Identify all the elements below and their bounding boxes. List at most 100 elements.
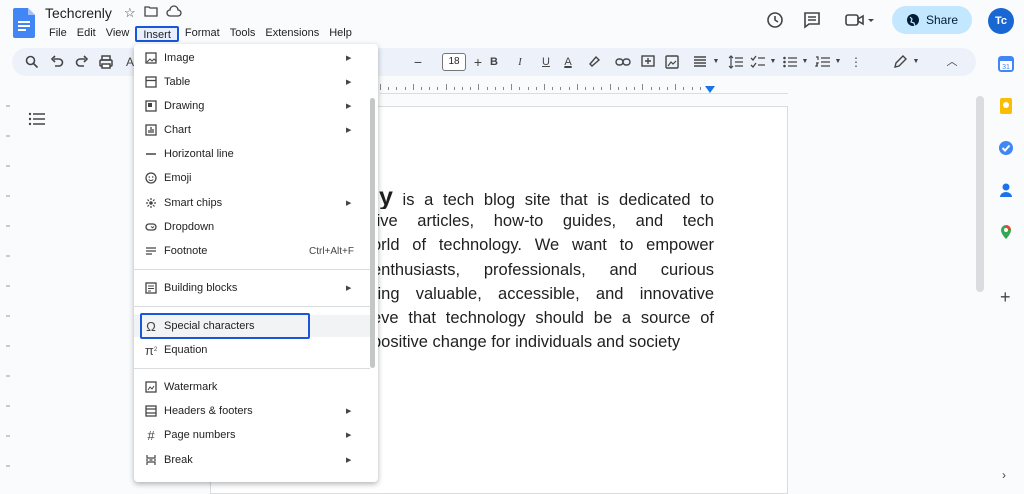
move-folder-icon[interactable] [144,5,158,21]
ruler-tick [667,87,668,90]
menu-extensions[interactable]: Extensions [261,26,323,42]
document-title[interactable]: Techcrenly [45,5,112,21]
ruler-tick [585,87,586,90]
menu-help[interactable]: Help [325,26,356,42]
menu-item-drawing[interactable]: Drawing ▶ [134,95,370,117]
body-line: positive change for individuals and soci… [372,333,681,352]
document-outline-icon[interactable] [28,112,46,126]
search-menus-icon[interactable] [24,54,40,70]
share-button[interactable]: Share [892,6,972,34]
menu-insert[interactable]: Insert [135,26,179,42]
undo-icon[interactable] [49,54,65,70]
add-addon-icon[interactable]: + [1000,288,1014,306]
ruler-tick [527,87,529,90]
ruler-tick [683,87,685,90]
contacts-icon[interactable] [998,182,1014,198]
expand-side-panel-icon[interactable]: › [1002,468,1006,482]
ruler-tick [494,87,496,90]
comments-icon[interactable] [803,11,821,29]
more-options-icon[interactable]: ⋮ [848,54,864,70]
menu-item-page-numbers[interactable]: # Page numbers ▶ [134,424,370,446]
underline-icon[interactable]: U [538,54,554,70]
menu-tools[interactable]: Tools [226,26,260,42]
submenu-arrow-icon: ▶ [346,103,352,110]
menu-item-horizontal-line[interactable]: Horizontal line [134,143,370,165]
ruler-tick [380,84,381,90]
align-icon[interactable] [692,54,708,70]
numbered-list-icon[interactable] [815,54,831,70]
version-history-icon[interactable] [766,11,784,29]
menu-view[interactable]: View [102,26,134,42]
highlight-color-icon[interactable] [586,54,602,70]
vertical-ruler [6,105,10,467]
menu-item-watermark[interactable]: Watermark [134,376,370,398]
document-body[interactable]: ly is a tech blog site that is dedicated… [372,185,714,354]
menu-item-equation[interactable]: π2 Equation [134,339,370,361]
star-icon[interactable]: ☆ [124,5,136,21]
insert-link-icon[interactable] [615,54,631,70]
bold-icon[interactable]: B [486,54,502,70]
menu-file[interactable]: File [45,26,71,42]
menu-item-footnote[interactable]: Footnote Ctrl+Alt+F [134,240,370,262]
calendar-icon[interactable]: 31 [998,56,1014,72]
redo-icon[interactable] [74,54,90,70]
menu-item-dropdown[interactable]: Dropdown [134,216,370,238]
page-numbers-icon: # [147,427,155,443]
menu-item-break[interactable]: Break ▶ [134,449,370,471]
italic-icon[interactable]: I [512,54,528,70]
ruler-tick [650,87,652,90]
font-size-field[interactable]: 18 [442,53,466,71]
tasks-icon[interactable] [998,140,1014,156]
editing-mode-dropdown-icon[interactable]: ▼ [908,54,924,70]
menu-item-emoji[interactable]: Emoji [134,167,370,189]
menu-edit[interactable]: Edit [73,26,100,42]
ruler-tick [503,87,504,90]
add-comment-icon[interactable] [640,54,656,70]
menu-format[interactable]: Format [181,26,224,42]
line-spacing-icon[interactable] [728,54,744,70]
avatar[interactable]: Tc [988,8,1014,34]
menu-item-image[interactable]: Image ▶ [134,47,370,69]
increase-font-size-icon[interactable]: + [470,54,486,70]
image-icon [144,51,158,65]
menu-item-smart-chips[interactable]: Smart chips ▶ [134,192,370,214]
editing-mode-icon[interactable] [892,54,908,70]
numbered-list-dropdown-icon[interactable]: ▼ [830,54,846,70]
document-scrollbar[interactable] [976,96,984,292]
bulleted-list-dropdown-icon[interactable]: ▼ [797,54,813,70]
ruler-tick [568,87,570,90]
ruler-tick [560,87,562,90]
meet-icon[interactable] [845,11,875,29]
text-color-icon[interactable]: A [560,54,576,70]
print-icon[interactable] [98,54,114,70]
docs-logo-icon[interactable] [13,8,35,38]
svg-text:31: 31 [1002,64,1010,71]
ruler-tick [552,87,554,90]
checklist-icon[interactable] [750,54,766,70]
cloud-status-icon[interactable] [166,5,182,21]
ruler-tick [617,87,619,90]
smart-chips-icon [144,196,158,210]
maps-icon[interactable] [998,224,1014,240]
menu-item-building-blocks[interactable]: Building blocks ▶ [134,277,370,299]
menu-scrollbar[interactable] [370,98,375,368]
submenu-arrow-icon: ▶ [346,285,352,292]
align-dropdown-icon[interactable]: ▼ [708,54,724,70]
right-indent-marker-icon[interactable] [705,86,715,94]
insert-image-icon[interactable] [664,54,680,70]
bulleted-list-icon[interactable] [782,54,798,70]
menu-item-table[interactable]: Table ▶ [134,71,370,93]
ruler-tick [593,87,595,90]
submenu-arrow-icon: ▶ [346,457,352,464]
collapse-toolbar-icon[interactable]: ︿ [944,54,960,70]
ruler-tick [421,87,422,90]
menu-item-headers-footers[interactable]: Headers & footers ▶ [134,400,370,422]
ruler-tick [642,84,644,90]
checklist-dropdown-icon[interactable]: ▼ [765,54,781,70]
highlight-box [140,313,310,339]
menu-item-chart[interactable]: Chart ▶ [134,119,370,141]
submenu-arrow-icon: ▶ [346,200,352,207]
decrease-font-size-icon[interactable]: − [410,54,426,70]
keep-icon[interactable] [998,98,1014,114]
body-line: tive articles, how-to guides, and tech [372,212,714,231]
